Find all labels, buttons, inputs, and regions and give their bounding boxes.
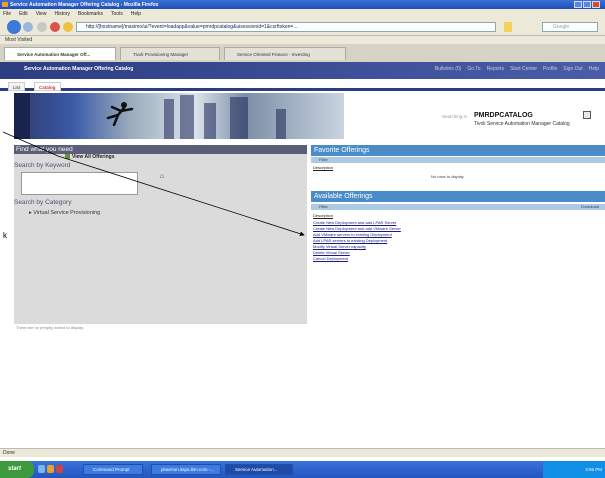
task-service-automation[interactable]: Service Automation... [225, 464, 293, 475]
close-button[interactable] [592, 1, 600, 8]
start-button[interactable]: start [0, 461, 34, 478]
svg-text:k: k [3, 231, 8, 240]
download-link[interactable]: Download [581, 204, 599, 210]
offering-add-vmware[interactable]: Add VMware servers to existing Deploymen… [313, 232, 392, 237]
quicklaunch-firefox-icon[interactable] [47, 465, 54, 473]
help-link[interactable]: Help [589, 66, 599, 72]
available-description-column[interactable]: Description [313, 213, 333, 218]
menu-edit[interactable]: Edit [19, 11, 28, 17]
tab-catalog[interactable]: Catalog [34, 82, 61, 91]
window-title: Service Automation Manager Offering Cata… [10, 1, 159, 8]
offering-create-vmware[interactable]: Create New Deployment and add VMware Ser… [313, 226, 401, 231]
catalog-banner-image [14, 93, 344, 139]
catalog-subtitle: Tivoli Service Automation Manager Catalo… [474, 121, 570, 127]
available-filter-toolbar: Filter Download [311, 204, 605, 210]
available-filter[interactable]: Filter [319, 204, 328, 209]
favorites-filter[interactable]: Filter [319, 157, 328, 162]
address-bar[interactable]: http://[hostname]/maximo/ui/?event=loada… [76, 22, 496, 32]
offering-add-lpar[interactable]: Add LPAR servers to existing Deployment [313, 238, 387, 243]
forward-button[interactable] [23, 22, 33, 32]
bookmark-star-icon[interactable] [504, 22, 512, 32]
jumping-person-icon [106, 102, 134, 126]
favorite-offerings-header: Favorite Offerings [311, 145, 605, 156]
task-pharmon[interactable]: pharmon.itsps.ibm.com -... [151, 464, 221, 475]
task-command-prompt[interactable]: Command Prompt [83, 464, 143, 475]
keyword-search-input[interactable] [21, 172, 138, 195]
stop-button[interactable] [50, 22, 60, 32]
favorites-description-column[interactable]: Description [313, 165, 333, 170]
category-label: Virtual Service Provisioning [33, 210, 101, 216]
category-virtual-service-provisioning[interactable]: ▸ Virtual Service Provisioning [29, 210, 100, 216]
bookmark-most-visited[interactable]: Most Visited [5, 37, 32, 43]
menu-file[interactable]: File [3, 11, 11, 17]
offering-modify-capacity[interactable]: Modify Virtual Server capacity [313, 244, 366, 249]
view-all-offerings-link[interactable]: View All Offerings [65, 154, 115, 160]
status-text: Done [3, 450, 15, 456]
search-input[interactable]: Google [542, 22, 598, 32]
no-preferences-text: There are no (empty) select to display. [16, 325, 84, 330]
tab-service-oriented-finance[interactable]: Service Oriented Finance - Investing [224, 47, 346, 60]
home-icon[interactable]: ⌂ [160, 173, 164, 180]
window-titlebar: Service Automation Manager Offering Cata… [0, 0, 605, 9]
clock: 3:55 PM [585, 467, 602, 472]
quicklaunch-ie-icon[interactable] [38, 465, 45, 473]
menu-view[interactable]: View [36, 11, 47, 17]
start-center-link[interactable]: Start Center [510, 66, 537, 72]
menu-bookmarks[interactable]: Bookmarks [78, 11, 103, 17]
favorites-filter-toolbar[interactable]: Filter [311, 157, 605, 163]
reload-button[interactable] [37, 22, 47, 32]
maximize-button[interactable] [583, 1, 591, 8]
catalog-name: PMRDPCATALOG [474, 112, 533, 119]
menu-history[interactable]: History [54, 11, 70, 17]
firefox-icon [2, 2, 8, 7]
bookmarks-toolbar: Most Visited [0, 36, 605, 44]
search-by-category-label: Search by Category [14, 199, 72, 206]
search-by-keyword-label: Search by Keyword [14, 162, 71, 169]
goto-link[interactable]: Go To [467, 66, 480, 72]
favorites-no-rows: No rows to display [431, 174, 464, 179]
searching-in-label: Searching in [442, 114, 468, 119]
quicklaunch-app-icon[interactable] [56, 465, 63, 473]
offering-create-lpar[interactable]: Create New Deployment and add LPAR Serve… [313, 220, 396, 225]
tab-tivoli-provisioning[interactable]: Tivoli Provisioning Manager [120, 47, 220, 60]
offering-delete-server[interactable]: Delete Virtual Server [313, 250, 350, 255]
available-offerings-header: Available Offerings [311, 191, 605, 202]
find-pane-header: Find what you need [14, 145, 307, 154]
reports-link[interactable]: Reports [487, 66, 505, 72]
print-icon[interactable] [583, 111, 591, 119]
status-bar: Done [0, 448, 605, 457]
menu-tools[interactable]: Tools [111, 11, 123, 17]
tab-service-automation[interactable]: Service Automation Manager Off... [4, 47, 116, 60]
home-button[interactable] [63, 22, 73, 32]
profile-link[interactable]: Profile [543, 66, 557, 72]
system-tray: 3:55 PM [543, 461, 605, 478]
back-button[interactable] [7, 20, 21, 34]
bulletins-link[interactable]: Bulletins (0) [435, 66, 461, 72]
menu-bar: File Edit View History Bookmarks Tools H… [0, 9, 605, 18]
header-links: Bulletins (0) Go To Reports Start Center… [435, 66, 599, 72]
minimize-button[interactable] [574, 1, 582, 8]
app-title: Service Automation Manager Offering Cata… [24, 66, 134, 72]
app-subtabs [0, 79, 605, 91]
menu-help[interactable]: Help [131, 11, 141, 17]
tab-list[interactable]: List [8, 82, 26, 91]
offering-cancel-deployment[interactable]: Cancel Deployment [313, 256, 348, 261]
sign-out-link[interactable]: Sign Out [563, 66, 582, 72]
